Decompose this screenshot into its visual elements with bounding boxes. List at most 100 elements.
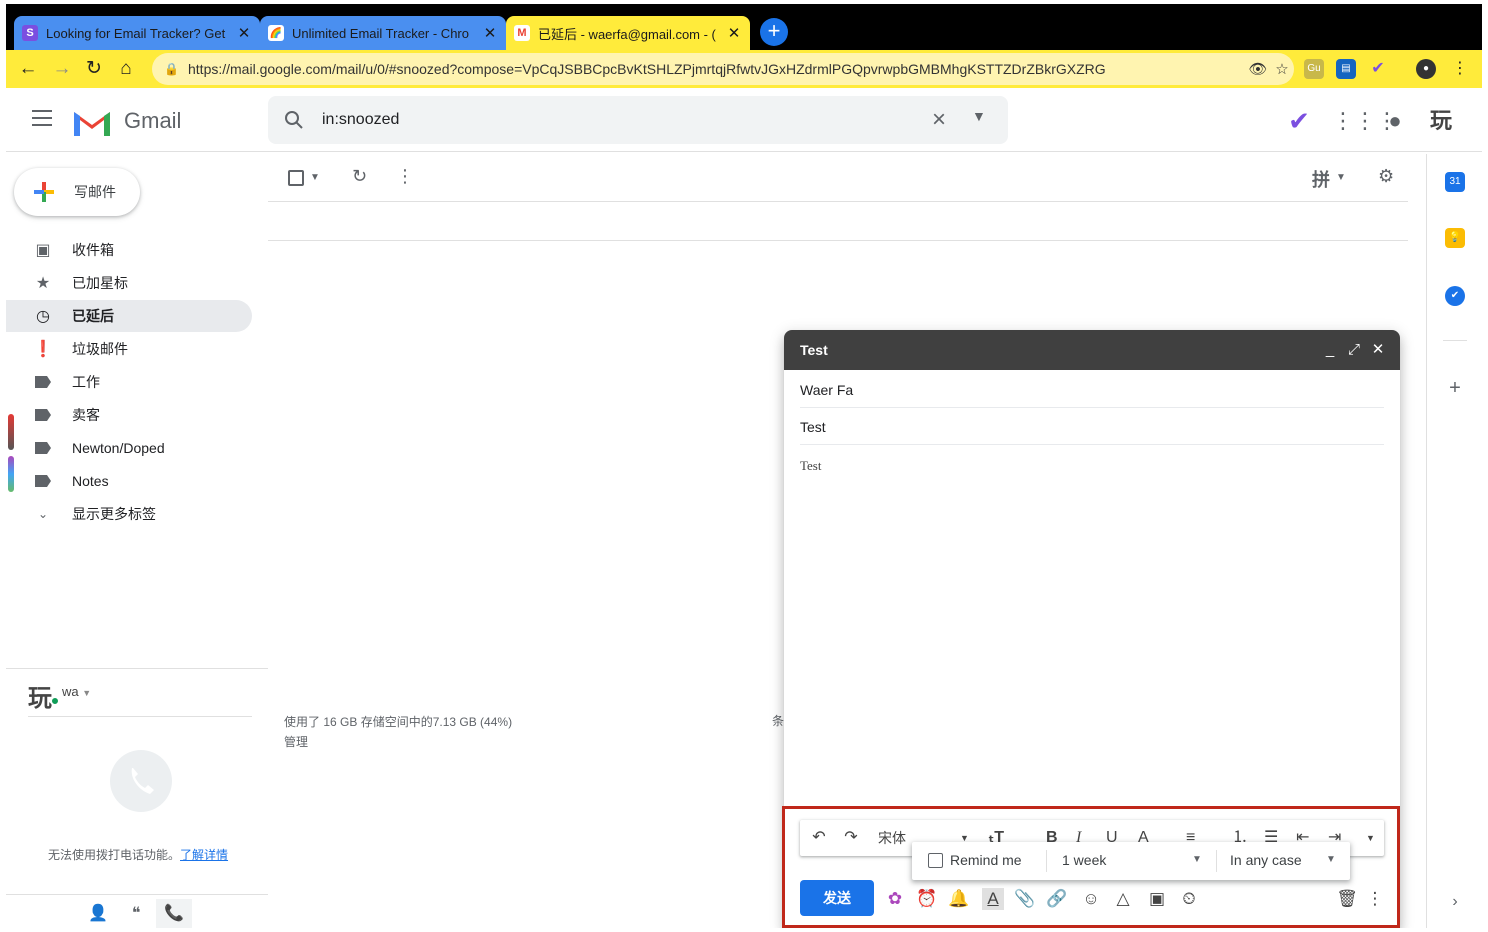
hangouts-avatar[interactable]: 玩 bbox=[28, 678, 52, 713]
star-icon: ★ bbox=[35, 275, 51, 292]
search-icon[interactable] bbox=[282, 108, 306, 132]
sidebar-item-more-labels[interactable]: ⌄ 显示更多标签 bbox=[6, 498, 252, 530]
sidebar-item-snoozed[interactable]: ◷ 已延后 bbox=[6, 300, 252, 332]
tasks-icon[interactable]: ✔ bbox=[1445, 286, 1465, 306]
storage-usage: 使用了 16 GB 存储空间中的7.13 GB (44%) bbox=[284, 715, 513, 729]
sidebar-item-label: 显示更多标签 bbox=[72, 506, 156, 522]
search-input[interactable]: in:snoozed bbox=[322, 111, 399, 129]
back-icon[interactable]: ← bbox=[16, 57, 40, 81]
browser-tab-1[interactable]: S Looking for Email Tracker? Get ✕ bbox=[14, 16, 260, 50]
chevron-down-icon: ⌄ bbox=[37, 507, 49, 521]
sidebar-item-label: 已加星标 bbox=[72, 275, 128, 291]
learn-more-link[interactable]: 了解详情 bbox=[180, 848, 228, 862]
inbox-icon: ▣ bbox=[35, 242, 51, 259]
label-icon bbox=[34, 439, 52, 457]
sidebar-divider bbox=[6, 668, 268, 669]
contacts-icon[interactable]: 👤 bbox=[80, 899, 116, 928]
close-compose-icon[interactable]: ✕ bbox=[1368, 340, 1388, 360]
extension-screen-icon[interactable]: ▤ bbox=[1336, 59, 1356, 79]
search-bar[interactable]: in:snoozed × ▼ bbox=[268, 96, 1008, 144]
profile-avatar-icon[interactable]: ● bbox=[1416, 59, 1436, 79]
minimize-icon[interactable]: _ bbox=[1320, 340, 1340, 360]
account-avatar[interactable]: 玩 bbox=[1426, 106, 1456, 136]
sidebar-item-starred[interactable]: ★ 已加星标 bbox=[6, 267, 252, 299]
sidebar-item-label: 收件箱 bbox=[72, 242, 114, 258]
gmail-wordmark: Gmail bbox=[124, 108, 182, 133]
browser-menu-icon[interactable]: ⋮ bbox=[1450, 59, 1470, 79]
home-icon[interactable]: ⌂ bbox=[114, 57, 138, 81]
apps-grid-icon[interactable]: ⋮⋮⋮ bbox=[1332, 106, 1398, 136]
gmail-logo-icon bbox=[74, 112, 110, 136]
clear-search-icon[interactable]: × bbox=[932, 106, 946, 134]
caret-down-icon: ▼ bbox=[82, 688, 92, 698]
online-status-icon bbox=[50, 696, 60, 706]
sidebar-item-label: 工作 bbox=[72, 374, 100, 390]
tab-title: Looking for Email Tracker? Get bbox=[46, 25, 226, 41]
extension-check-icon[interactable]: ✔ bbox=[1284, 106, 1314, 136]
bookmark-star-icon[interactable]: ☆ bbox=[1270, 60, 1294, 78]
refresh-icon[interactable]: ↻ bbox=[352, 166, 367, 187]
sidebar-item-work[interactable]: 工作 bbox=[6, 366, 252, 398]
tab-title: Unlimited Email Tracker - Chro bbox=[292, 25, 469, 41]
sidebar-item-label: 垃圾邮件 bbox=[72, 341, 128, 357]
reload-icon[interactable]: ↻ bbox=[82, 57, 106, 81]
select-all-checkbox[interactable] bbox=[288, 170, 304, 186]
mail-list-divider bbox=[268, 240, 1408, 241]
input-tools-dropdown-icon[interactable]: ▼ bbox=[1336, 172, 1346, 183]
sidebar-item-inbox[interactable]: ▣ 收件箱 bbox=[6, 234, 252, 266]
extension-gu-icon[interactable]: Gu bbox=[1304, 59, 1324, 79]
subject-field[interactable]: Test bbox=[800, 409, 1384, 445]
search-options-icon[interactable]: ▼ bbox=[972, 108, 986, 124]
sidebar-item-maike[interactable]: 卖客 bbox=[6, 399, 252, 431]
sidebar-item-spam[interactable]: ❗ 垃圾邮件 bbox=[6, 333, 252, 365]
compose-button[interactable]: 写邮件 bbox=[14, 168, 140, 216]
sidebar-item-newton-doped[interactable]: Newton/Doped bbox=[6, 432, 252, 464]
clock-icon: ◷ bbox=[36, 308, 50, 325]
address-bar[interactable]: 🔒 https://mail.google.com/mail/u/0/#snoo… bbox=[152, 53, 1294, 85]
color-strip bbox=[8, 414, 14, 450]
phone-icon[interactable]: 📞 bbox=[156, 899, 192, 928]
chat-icon[interactable]: ❝ bbox=[118, 899, 154, 928]
close-tab-icon[interactable]: ✕ bbox=[726, 24, 742, 42]
tab-favicon: S bbox=[22, 25, 38, 41]
browser-tab-3[interactable]: M 已延后 - waerfa@gmail.com - ( ✕ bbox=[506, 16, 750, 50]
add-addon-icon[interactable]: + bbox=[1445, 378, 1465, 398]
sidebar-item-label: 卖客 bbox=[72, 407, 100, 423]
extension-check-icon[interactable]: ✔ bbox=[1368, 59, 1388, 79]
side-panel-divider bbox=[1443, 340, 1467, 341]
more-options-icon[interactable]: ⋮ bbox=[396, 166, 414, 187]
eye-icon[interactable]: 👁 bbox=[1246, 60, 1270, 78]
account-name: wa bbox=[62, 684, 79, 699]
input-tools-icon[interactable]: 拼 bbox=[1312, 166, 1330, 192]
storage-manage-link[interactable]: 管理 bbox=[284, 732, 512, 752]
main-menu-icon[interactable] bbox=[32, 110, 52, 126]
message-body[interactable]: Test bbox=[800, 458, 821, 474]
tab-favicon: M bbox=[514, 25, 530, 41]
close-tab-icon[interactable]: ✕ bbox=[482, 24, 498, 42]
account-switcher[interactable]: wa ▼ bbox=[62, 684, 91, 699]
sidebar-item-notes[interactable]: Notes bbox=[6, 465, 252, 497]
select-dropdown-icon[interactable]: ▼ bbox=[310, 172, 320, 183]
expand-panel-icon[interactable]: › bbox=[1445, 892, 1465, 912]
tab-title: 已延后 - waerfa@gmail.com - ( bbox=[538, 26, 716, 42]
compose-header[interactable]: Test bbox=[784, 330, 1400, 370]
browser-tab-2[interactable]: 🌈 Unlimited Email Tracker - Chro ✕ bbox=[260, 16, 506, 50]
new-tab-button[interactable]: + bbox=[760, 18, 788, 46]
phone-placeholder-icon bbox=[110, 750, 172, 812]
keep-icon[interactable]: 💡 bbox=[1445, 228, 1465, 248]
browser-window: S Looking for Email Tracker? Get ✕ 🌈 Unl… bbox=[6, 4, 1482, 928]
notifications-icon[interactable]: ● bbox=[1380, 106, 1410, 136]
fullscreen-icon[interactable]: ⤢ bbox=[1344, 340, 1364, 360]
close-tab-icon[interactable]: ✕ bbox=[236, 24, 252, 42]
url-text: https://mail.google.com/mail/u/0/#snooze… bbox=[188, 61, 1106, 77]
color-strip bbox=[8, 456, 14, 492]
settings-gear-icon[interactable]: ⚙ bbox=[1378, 166, 1394, 187]
label-icon bbox=[34, 472, 52, 490]
highlight-box bbox=[782, 806, 1400, 928]
sidebar-item-label: 已延后 bbox=[72, 308, 114, 324]
forward-icon[interactable]: → bbox=[50, 57, 74, 81]
calendar-icon[interactable]: 31 bbox=[1445, 172, 1465, 192]
footer-terms[interactable]: 条 bbox=[772, 712, 784, 729]
recipient-field[interactable]: Waer Fa bbox=[800, 372, 1384, 408]
hangouts-divider bbox=[28, 716, 252, 717]
